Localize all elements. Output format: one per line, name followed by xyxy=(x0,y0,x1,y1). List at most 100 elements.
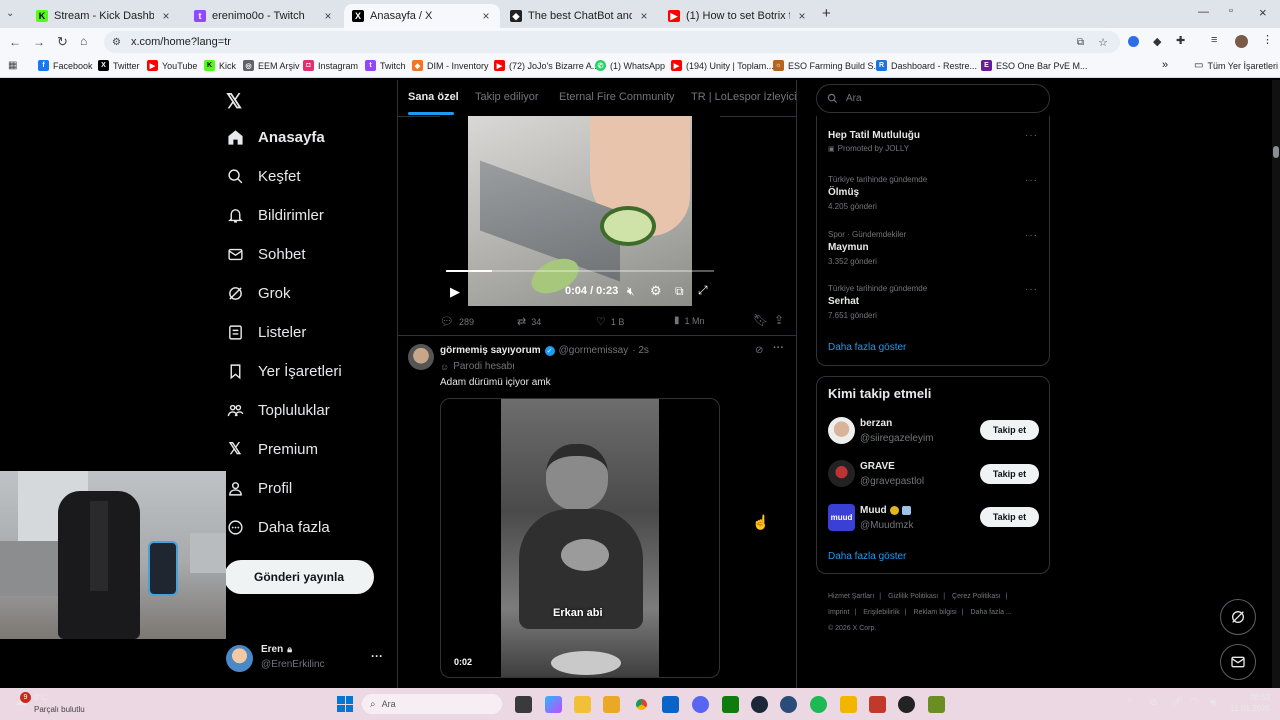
trend-item[interactable]: Hep Tatil Mutluluğu ▣ Promoted by JOLLY ·… xyxy=(828,130,1038,156)
nav-messages[interactable]: Sohbet xyxy=(226,245,306,263)
address-bar[interactable]: ⚙ x.com/home?lang=tr ⧉ ☆ xyxy=(104,31,1120,53)
play-icon[interactable]: ▶ xyxy=(450,284,460,300)
window-close-button[interactable]: × xyxy=(1259,5,1267,20)
avatar[interactable]: muud xyxy=(828,504,855,531)
nav-more[interactable]: Daha fazla xyxy=(226,518,330,536)
suggested-user-name[interactable]: GRAVE xyxy=(860,461,895,472)
xbox-icon[interactable] xyxy=(722,696,739,713)
site-info-icon[interactable]: ⚙ xyxy=(112,37,121,48)
follow-button[interactable]: Takip et xyxy=(980,464,1039,484)
extension-icon[interactable] xyxy=(1128,36,1139,47)
grok-icon[interactable]: ⊘ xyxy=(755,345,763,356)
settings-icon[interactable]: ⚙ xyxy=(650,283,662,299)
nav-explore[interactable]: Keşfet xyxy=(226,167,301,185)
account-switcher[interactable]: Eren 🔒︎ @ErenErkilinc ··· xyxy=(226,644,386,674)
extension-icon[interactable]: ◆ xyxy=(1153,35,1161,48)
folder-icon[interactable] xyxy=(603,696,620,713)
follow-button[interactable]: Takip et xyxy=(980,507,1039,527)
tweet-time[interactable]: · 2s xyxy=(632,345,649,356)
close-icon[interactable]: × xyxy=(322,9,334,23)
reload-button[interactable]: ↻ xyxy=(57,34,68,50)
video-player[interactable]: ▶ 0:04 / 0:23 🔇︎ ⚙ ⧉ ⤢ xyxy=(440,116,720,306)
tweet-author-name[interactable]: görmemiş sayıyorum xyxy=(440,345,541,356)
trend-item[interactable]: Spor · Gündemdekiler Maymun 3.352 gönder… xyxy=(828,230,1038,270)
weather-widget[interactable]: ☁ 9 0°C Parçalı bulutlu xyxy=(15,692,115,718)
suggested-user-name[interactable]: berzan xyxy=(860,418,892,429)
more-icon[interactable]: ··· xyxy=(1025,130,1038,141)
app-icon[interactable] xyxy=(780,696,797,713)
spotify-icon[interactable] xyxy=(810,696,827,713)
app-icon[interactable] xyxy=(928,696,945,713)
browser-menu-icon[interactable]: ⋮ xyxy=(1262,33,1273,46)
reading-list-icon[interactable]: ≡ xyxy=(1211,34,1217,46)
more-icon[interactable]: ··· xyxy=(371,649,383,663)
microphone-icon[interactable]: 🎤︎ xyxy=(1171,697,1184,708)
more-icon[interactable]: ··· xyxy=(1025,230,1038,241)
task-view-icon[interactable] xyxy=(515,696,532,713)
browser-tab[interactable]: ▶ (1) How to set Botrix for kick an × xyxy=(660,4,816,28)
footer-link[interactable]: Reklam bilgisi xyxy=(914,609,957,616)
bookmark-item[interactable]: f Facebook xyxy=(38,60,93,71)
avatar[interactable] xyxy=(828,460,855,487)
more-icon[interactable]: ··· xyxy=(1025,284,1038,295)
bookmark-item[interactable]: ▶ (194) Unity | Toplam... xyxy=(671,60,774,71)
outlook-icon[interactable] xyxy=(662,696,679,713)
bookmark-item[interactable]: ▶ (72) JoJo's Bizarre A... xyxy=(494,60,599,71)
video-progress-track[interactable] xyxy=(446,270,714,272)
bookmark-item[interactable]: E ESO One Bar PvE M... xyxy=(981,60,1088,71)
like-button[interactable]: ♡ 1 B xyxy=(596,315,624,328)
close-icon[interactable]: × xyxy=(638,9,650,23)
network-icon[interactable]: ⊘ xyxy=(1149,697,1157,708)
bookmark-item[interactable]: t Twitch xyxy=(365,60,406,71)
taskbar-search[interactable]: ⌕ Ara xyxy=(362,694,502,714)
new-tab-button[interactable]: + xyxy=(822,5,831,22)
footer-link[interactable]: Hizmet Şartları xyxy=(828,593,874,600)
app-icon[interactable] xyxy=(898,696,915,713)
browser-tab[interactable]: t erenimo0o - Twitch × xyxy=(186,4,342,28)
nav-notifications[interactable]: Bildirimler xyxy=(226,206,324,224)
tray-chevron-icon[interactable]: ^ xyxy=(1128,697,1133,708)
nav-profile[interactable]: Profil xyxy=(226,479,292,497)
nav-premium[interactable]: 𝕏 Premium xyxy=(226,440,318,459)
browser-tab[interactable]: K Stream - Kick Dashboard × xyxy=(28,4,180,28)
tab-community[interactable]: Eternal Fire Community xyxy=(559,91,675,103)
app-icon[interactable] xyxy=(840,696,857,713)
bookmark-item[interactable]: K Kick xyxy=(204,60,236,71)
post-button[interactable]: Gönderi yayınla xyxy=(224,560,374,594)
avatar[interactable] xyxy=(1235,35,1248,48)
footer-link[interactable]: Çerez Politikası xyxy=(952,593,1001,600)
follow-button[interactable]: Takip et xyxy=(980,420,1039,440)
more-icon[interactable]: ··· xyxy=(773,342,784,354)
suggested-user-name[interactable]: Muud xyxy=(860,505,887,516)
nav-communities[interactable]: Topluluklar xyxy=(226,401,330,419)
nav-home[interactable]: Anasayfa xyxy=(226,128,325,146)
bookmark-item[interactable]: R Dashboard - Restre... xyxy=(876,60,977,71)
minimize-button[interactable]: — xyxy=(1198,6,1209,18)
start-button[interactable] xyxy=(337,696,353,712)
bookmark-item[interactable]: ✆ (1) WhatsApp xyxy=(595,60,665,71)
browser-tab-active[interactable]: X Anasayfa / X × xyxy=(344,4,500,28)
reply-button[interactable]: 💬︎ 289 xyxy=(440,315,474,328)
messages-float-button[interactable] xyxy=(1220,644,1256,680)
nav-grok[interactable]: Grok xyxy=(226,284,291,302)
pip-icon[interactable]: ⧉ xyxy=(675,284,684,299)
all-bookmarks[interactable]: ▭ Tüm Yer İşaretleri xyxy=(1194,60,1278,71)
browser-tab[interactable]: ◆ The best ChatBot and Widgets × xyxy=(502,4,658,28)
mute-icon[interactable]: 🔇︎ xyxy=(627,284,635,299)
trend-item[interactable]: Türkiye tarihinde gündemde Ölmüş 4.205 g… xyxy=(828,175,1038,215)
video-player[interactable]: Erkan abi 0:02 xyxy=(440,398,720,678)
grok-float-button[interactable] xyxy=(1220,599,1256,635)
copilot-icon[interactable] xyxy=(545,696,562,713)
nav-lists[interactable]: Listeler xyxy=(226,323,306,341)
discord-icon[interactable] xyxy=(692,696,709,713)
nav-bookmarks[interactable]: Yer İşaretleri xyxy=(226,362,342,380)
obs-icon[interactable] xyxy=(869,696,886,713)
share-icon[interactable]: ⇪ xyxy=(774,313,784,327)
wifi-icon[interactable]: ◠ xyxy=(1190,697,1199,708)
bookmark-item[interactable]: ▶ YouTube xyxy=(147,60,197,71)
file-explorer-icon[interactable] xyxy=(574,696,591,713)
show-more-link[interactable]: Daha fazla göster xyxy=(828,551,906,562)
avatar[interactable] xyxy=(408,344,434,370)
tab-community[interactable]: TR | LoLespor İzleyicile xyxy=(691,91,796,103)
retweet-button[interactable]: ⇄ 34 xyxy=(517,315,541,328)
